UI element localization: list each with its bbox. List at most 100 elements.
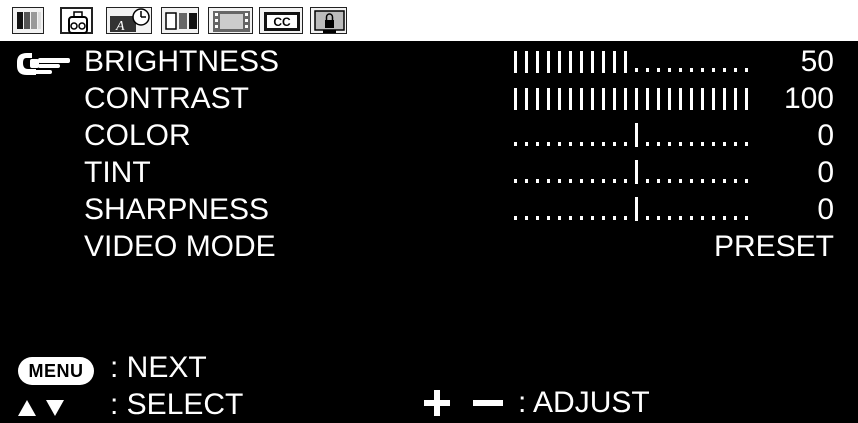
tint-slider[interactable]	[512, 157, 762, 187]
level-tick-filled	[525, 88, 528, 110]
level-dot-empty	[591, 142, 594, 146]
level-dot-empty	[701, 142, 704, 146]
level-dot-empty	[690, 216, 693, 220]
level-dot-empty	[602, 142, 605, 146]
level-tick-filled	[646, 88, 649, 110]
level-dot-empty	[679, 179, 682, 183]
audio-tab-icon	[68, 11, 88, 34]
level-dot-empty	[712, 68, 715, 72]
menu-item-value: 0	[817, 156, 834, 189]
lock-tab-icon	[314, 10, 345, 33]
setup-tab-icon	[213, 11, 250, 32]
level-tick-filled	[668, 88, 671, 110]
level-tick-filled	[558, 51, 561, 73]
level-dot-empty	[745, 179, 748, 183]
level-dot-empty	[701, 179, 704, 183]
level-dot-empty	[514, 179, 517, 183]
level-dot-empty	[536, 142, 539, 146]
level-tick-filled	[580, 51, 583, 73]
level-dot-empty	[558, 179, 561, 183]
menu-item-video-mode[interactable]: VIDEO MODE PRESET	[0, 228, 858, 265]
level-dot-empty	[734, 216, 737, 220]
level-dot-empty	[602, 179, 605, 183]
level-dot-empty	[580, 142, 583, 146]
plus-minus-icon	[424, 390, 503, 416]
menu-item-contrast[interactable]: CONTRAST 100	[0, 80, 858, 117]
level-dot-empty	[624, 216, 627, 220]
menu-item-sharpness[interactable]: SHARPNESS 0	[0, 191, 858, 228]
level-tick-filled	[635, 88, 638, 110]
level-tick-filled	[624, 51, 627, 73]
menu-key-label: MENU	[28, 361, 84, 381]
level-dot-empty	[701, 216, 704, 220]
color-slider[interactable]	[512, 120, 762, 150]
level-tick-filled	[624, 88, 627, 110]
level-dot-empty	[613, 216, 616, 220]
tab-screen[interactable]	[161, 7, 199, 34]
menu-item-value: 50	[800, 45, 834, 78]
menu-item-color[interactable]: COLOR 0	[0, 117, 858, 154]
level-dot-empty	[690, 68, 693, 72]
level-center-marker	[635, 197, 638, 221]
level-dot-empty	[712, 179, 715, 183]
level-dot-empty	[734, 68, 737, 72]
level-dot-empty	[668, 216, 671, 220]
sharpness-slider[interactable]	[512, 194, 762, 224]
menu-panel: BRIGHTNESS 50 CONTRAST 100 COLOR 0 TINT …	[0, 41, 858, 423]
brightness-slider[interactable]	[512, 46, 762, 76]
level-dot-empty	[668, 68, 671, 72]
tab-audio[interactable]	[60, 7, 93, 34]
level-dot-empty	[602, 216, 605, 220]
level-dot-empty	[547, 179, 550, 183]
tab-timer[interactable]: A	[106, 7, 152, 34]
picture-tab-icon	[17, 12, 41, 29]
level-dot-empty	[690, 179, 693, 183]
level-tick-filled	[580, 88, 583, 110]
level-dot-empty	[558, 142, 561, 146]
level-tick-filled	[613, 51, 616, 73]
menu-item-label: SHARPNESS	[84, 193, 270, 226]
level-tick-filled	[745, 88, 748, 110]
video-mode-value: PRESET	[713, 230, 834, 263]
level-dot-empty	[679, 68, 682, 72]
contrast-slider[interactable]	[512, 83, 762, 113]
level-dot-empty	[580, 216, 583, 220]
menu-tab-strip: A CC	[0, 0, 858, 41]
adjust-hint: : ADJUST	[518, 386, 650, 419]
timer-tab-icon: A	[110, 8, 150, 34]
level-dot-empty	[624, 142, 627, 146]
menu-item-value: 0	[817, 193, 834, 226]
menu-item-value: 0	[817, 119, 834, 152]
up-down-arrows-icon	[18, 400, 64, 416]
menu-item-label: BRIGHTNESS	[84, 45, 280, 78]
level-dot-empty	[547, 142, 550, 146]
level-dot-empty	[723, 179, 726, 183]
level-dot-empty	[646, 68, 649, 72]
level-dot-empty	[646, 179, 649, 183]
tab-lock[interactable]	[310, 7, 347, 34]
level-dot-empty	[679, 216, 682, 220]
level-dot-empty	[635, 68, 638, 72]
cc-tab-icon: CC	[264, 12, 300, 31]
level-dot-empty	[646, 216, 649, 220]
level-tick-filled	[558, 88, 561, 110]
menu-item-label: COLOR	[84, 119, 191, 152]
tab-closed-caption[interactable]: CC	[259, 7, 303, 34]
menu-item-label: CONTRAST	[84, 82, 249, 115]
level-tick-filled	[569, 51, 572, 73]
level-tick-filled	[591, 88, 594, 110]
menu-item-label: VIDEO MODE	[84, 230, 276, 263]
menu-item-value: 100	[783, 82, 834, 115]
level-dot-empty	[734, 179, 737, 183]
next-hint: : NEXT	[110, 351, 207, 384]
level-center-marker	[635, 160, 638, 184]
level-dot-empty	[525, 179, 528, 183]
level-dot-empty	[580, 179, 583, 183]
level-tick-filled	[602, 88, 605, 110]
level-dot-empty	[657, 68, 660, 72]
level-tick-filled	[602, 51, 605, 73]
tab-picture[interactable]	[12, 7, 44, 34]
menu-item-brightness[interactable]: BRIGHTNESS 50	[0, 43, 858, 80]
menu-item-tint[interactable]: TINT 0	[0, 154, 858, 191]
tab-setup[interactable]	[208, 7, 253, 34]
